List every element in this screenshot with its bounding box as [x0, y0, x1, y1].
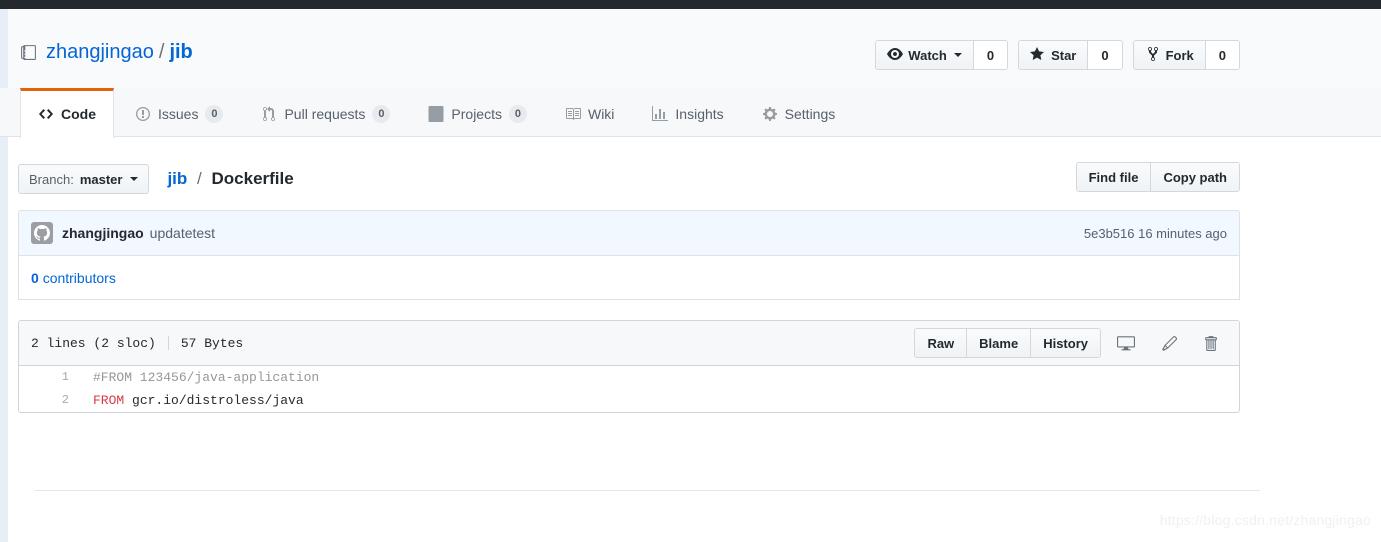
file-actions: Raw Blame History — [914, 328, 1227, 358]
commit-author[interactable]: zhangjingao — [62, 225, 144, 241]
tab-pull-requests-badge: 0 — [372, 105, 391, 123]
breadcrumb-separator: / — [197, 169, 202, 188]
repo-book-icon — [20, 44, 37, 61]
trash-icon[interactable] — [1193, 328, 1227, 358]
tab-wiki-label: Wiki — [587, 106, 615, 122]
repo-nav-bar: Code Issues 0 Pull requests 0 Projects 0… — [0, 88, 1381, 138]
line-number: 2 — [61, 393, 69, 407]
watch-button[interactable]: Watch — [876, 41, 973, 69]
graph-bar-icon — [652, 106, 669, 122]
tab-issues-badge: 0 — [205, 105, 224, 123]
pencil-icon[interactable] — [1151, 328, 1185, 358]
tab-insights[interactable]: Insights — [635, 88, 740, 137]
tab-code-label: Code — [61, 106, 96, 122]
commit-message[interactable]: updatetest — [150, 225, 215, 241]
git-pull-request-icon — [261, 106, 277, 122]
tab-issues[interactable]: Issues 0 — [118, 88, 240, 137]
code-line: 1 #FROM 123456/java-application — [19, 366, 1239, 389]
code-token-comment: #FROM 123456/java-application — [93, 370, 320, 385]
file-lines-info: 2 lines (2 sloc) — [31, 335, 156, 351]
blame-button[interactable]: Blame — [966, 329, 1031, 357]
avatar[interactable] — [31, 222, 53, 244]
watch-button-group: Watch 0 — [875, 40, 1009, 70]
repo-owner-link[interactable]: zhangjingao — [46, 40, 154, 64]
tab-pull-requests[interactable]: Pull requests 0 — [244, 88, 407, 137]
book-icon — [565, 106, 581, 122]
project-board-icon — [428, 106, 444, 122]
contributors-count: 0 — [31, 269, 39, 286]
global-header-bar — [0, 0, 1381, 9]
latest-commit-bar: zhangjingao updatetest 5e3b516 16 minute… — [18, 210, 1240, 256]
branch-prefix-label: Branch: — [29, 171, 74, 187]
breadcrumb-current-file: Dockerfile — [211, 169, 294, 188]
watch-count[interactable]: 0 — [972, 41, 1008, 69]
branch-name-label: master — [79, 171, 123, 187]
history-button[interactable]: History — [1030, 329, 1100, 357]
fork-label: Fork — [1165, 47, 1194, 63]
find-file-button[interactable]: Find file — [1076, 163, 1151, 191]
eye-icon — [887, 46, 904, 65]
code-line-text[interactable]: #FROM 123456/java-application — [81, 366, 319, 389]
file-button-group: Raw Blame History — [914, 328, 1101, 358]
repo-title: zhangjingao / jib — [20, 40, 193, 64]
star-count[interactable]: 0 — [1087, 41, 1122, 69]
branch-selector[interactable]: Branch: master — [18, 164, 150, 194]
star-label: Star — [1051, 47, 1077, 63]
desktop-download-icon[interactable] — [1109, 328, 1143, 358]
tab-code[interactable]: Code — [20, 88, 114, 138]
repo-name-link[interactable]: jib — [169, 40, 192, 64]
star-icon — [1030, 46, 1046, 65]
tab-projects-label: Projects — [451, 106, 502, 122]
commit-meta[interactable]: 5e3b516 16 minutes ago — [1084, 226, 1227, 241]
footer-divider — [35, 490, 1260, 491]
contributors-bar[interactable]: 0 contributors — [18, 256, 1240, 300]
breadcrumb-repo-link[interactable]: jib — [167, 169, 187, 188]
fork-count[interactable]: 0 — [1204, 41, 1239, 69]
code-token-plain: gcr.io/distroless/java — [124, 393, 304, 408]
file-size: 57 Bytes — [180, 335, 244, 351]
code-content: 1 #FROM 123456/java-application 2 FROM g… — [19, 366, 1239, 412]
fork-icon — [1145, 46, 1161, 65]
repo-header: zhangjingao / jib Watch 0 Star 0 Fork 0 — [8, 9, 1381, 88]
repo-social-actions: Watch 0 Star 0 Fork 0 — [875, 40, 1240, 70]
gear-icon — [762, 106, 778, 122]
file-navigation: Branch: master jib / Dockerfile — [18, 162, 1240, 196]
tab-insights-label: Insights — [675, 106, 724, 122]
file-meta: 2 lines (2 sloc) 57 Bytes — [31, 336, 243, 351]
tab-settings-label: Settings — [784, 106, 836, 122]
chevron-down-icon — [953, 53, 962, 57]
chevron-down-icon — [130, 177, 139, 181]
file-header: 2 lines (2 sloc) 57 Bytes Raw Blame Hist… — [19, 321, 1239, 366]
tab-issues-label: Issues — [158, 106, 199, 122]
tab-pull-requests-label: Pull requests — [284, 106, 366, 122]
repo-separator: / — [158, 41, 165, 63]
code-icon — [38, 106, 54, 122]
copy-path-button[interactable]: Copy path — [1150, 163, 1239, 191]
file-view-box: 2 lines (2 sloc) 57 Bytes Raw Blame Hist… — [18, 320, 1240, 413]
tab-projects[interactable]: Projects 0 — [411, 88, 544, 137]
tab-settings[interactable]: Settings — [745, 88, 853, 137]
watermark: https://blog.csdn.net/zhangjingao — [1159, 512, 1371, 528]
breadcrumb: jib / Dockerfile — [167, 169, 293, 189]
raw-button[interactable]: Raw — [915, 329, 967, 357]
fork-button[interactable]: Fork — [1133, 41, 1205, 69]
tab-wiki[interactable]: Wiki — [548, 88, 631, 137]
tab-projects-badge: 0 — [508, 105, 527, 123]
issue-opened-icon — [135, 106, 151, 122]
fork-button-group: Fork 0 — [1132, 40, 1240, 70]
star-button-group: Star 0 — [1018, 40, 1123, 70]
code-line: 2 FROM gcr.io/distroless/java — [19, 389, 1239, 412]
star-button[interactable]: Star — [1019, 41, 1088, 69]
code-line-text[interactable]: FROM gcr.io/distroless/java — [81, 389, 304, 412]
file-nav-actions: Find file Copy path — [1075, 162, 1240, 192]
contributors-label: contributors — [42, 269, 116, 286]
contributors-link[interactable]: 0 contributors — [31, 270, 116, 286]
line-number: 1 — [61, 370, 69, 384]
code-token-keyword: FROM — [93, 393, 125, 408]
watch-label: Watch — [908, 47, 947, 63]
meta-divider — [167, 336, 169, 350]
